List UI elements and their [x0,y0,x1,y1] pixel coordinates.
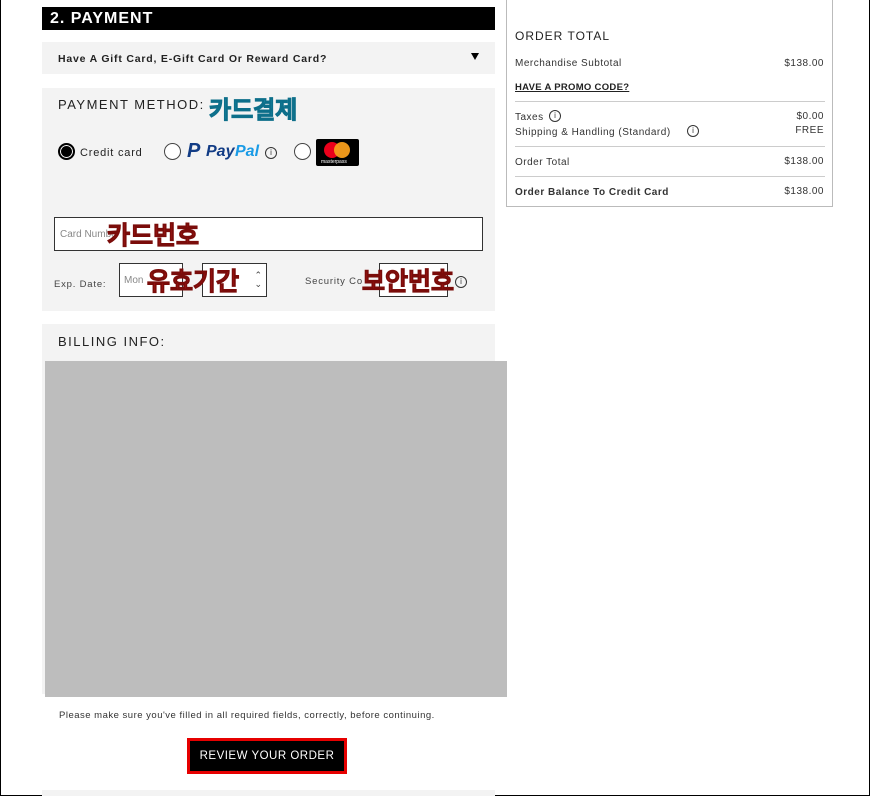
promo-code-link[interactable]: HAVE A PROMO CODE? [515,82,629,93]
caret-down-icon [471,53,479,60]
paypal-pal-text: Pal [235,143,260,160]
next-section-strip [42,790,495,796]
exp-month-placeholder: Mon [124,275,144,286]
divider [515,176,825,177]
shipping-label: Shipping & Handling (Standard) [515,127,671,138]
paypal-radio[interactable] [164,143,181,160]
annotation-security-code: 보안번호 [361,267,455,297]
info-icon[interactable]: i [265,147,277,159]
review-order-button[interactable]: REVIEW YOUR ORDER [187,738,347,774]
merch-subtotal-value: $138.00 [784,58,824,69]
masterpass-radio[interactable] [294,143,311,160]
masterpass-logo: masterpass [316,139,359,166]
divider [515,146,825,147]
annotation-expiry: 유효기간 [146,267,240,297]
shipping-value: FREE [795,125,824,136]
divider [515,101,825,102]
gift-card-toggle[interactable]: Have A Gift Card, E-Gift Card Or Reward … [42,42,495,74]
security-code-label: Security Co [305,276,363,287]
masterpass-orange-circle [334,142,350,158]
payment-section-header: 2. PAYMENT [42,7,495,30]
payment-method-label: PAYMENT METHOD: [58,97,205,112]
redacted-area [45,361,507,697]
taxes-label: Taxes [515,112,544,123]
order-total-box: ORDER TOTAL Merchandise Subtotal $138.00… [506,0,833,207]
gift-card-prompt: Have A Gift Card, E-Gift Card Or Reward … [58,53,328,65]
balance-value: $138.00 [784,186,824,197]
order-total-value: $138.00 [784,156,824,167]
credit-card-radio[interactable] [58,143,75,160]
paypal-pay-text: Pay [206,143,235,160]
security-info-icon[interactable]: i [455,276,467,288]
order-total-title: ORDER TOTAL [515,29,611,43]
masterpass-text: masterpass [321,159,347,165]
paypal-p-mark: P [187,140,201,162]
taxes-value: $0.00 [796,111,824,122]
exp-date-label: Exp. Date: [54,279,107,290]
taxes-info-icon[interactable]: i [549,110,561,122]
order-total-label: Order Total [515,157,570,168]
annotation-card-payment: 카드결제 [208,96,298,125]
shipping-info-icon[interactable]: i [687,125,699,137]
stepper-icon: ⌃ ⌄ [254,270,262,289]
billing-info-label: BILLING INFO: [58,334,166,349]
balance-label: Order Balance To Credit Card [515,187,669,198]
merch-subtotal-label: Merchandise Subtotal [515,58,622,69]
credit-card-label: Credit card [80,147,143,159]
required-fields-note: Please make sure you've filled in all re… [59,710,435,721]
annotation-card-number: 카드번호 [106,221,200,251]
